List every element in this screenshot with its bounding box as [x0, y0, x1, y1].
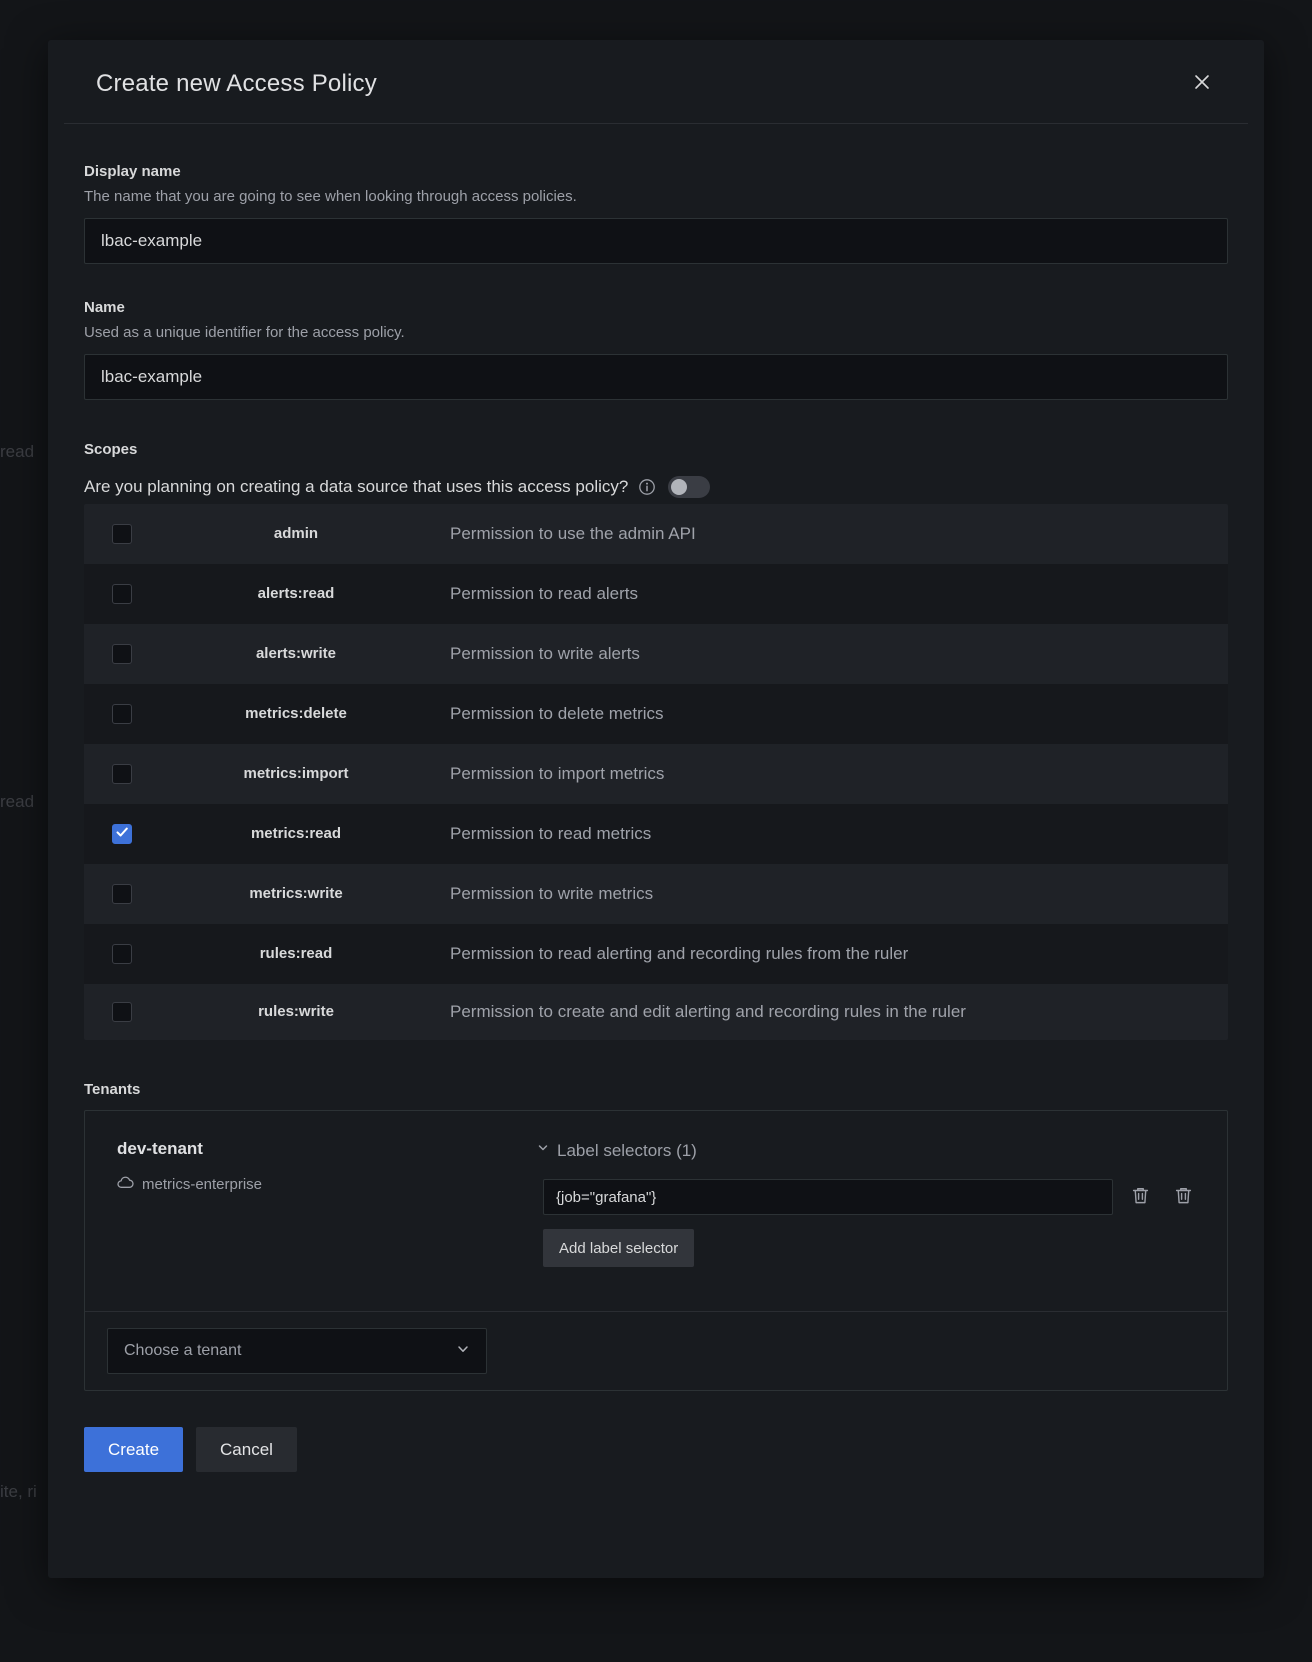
scope-checkbox[interactable]: [112, 884, 132, 904]
modal-title: Create new Access Policy: [96, 70, 377, 98]
name-label: Name: [84, 298, 1228, 318]
scope-description: Permission to write metrics: [432, 878, 1082, 910]
delete-label-selector-button[interactable]: [1131, 1186, 1150, 1208]
scope-name: metrics:import: [160, 758, 432, 790]
scope-name: alerts:write: [160, 638, 432, 670]
scope-name: metrics:read: [160, 818, 432, 850]
scopes-table: admin Permission to use the admin API al…: [84, 504, 1228, 1040]
display-name-label: Display name: [84, 162, 1228, 182]
scope-row: alerts:read Permission to read alerts: [84, 564, 1228, 624]
scope-checkbox[interactable]: [112, 524, 132, 544]
toggle-knob: [671, 479, 687, 495]
scope-description: Permission to use the admin API: [432, 518, 1082, 550]
modal-header: Create new Access Policy: [48, 40, 1264, 123]
scope-checkbox[interactable]: [112, 584, 132, 604]
tenant-cluster-row: metrics-enterprise: [117, 1175, 537, 1193]
choose-tenant-select[interactable]: Choose a tenant: [107, 1328, 487, 1374]
scope-checkbox[interactable]: [112, 944, 132, 964]
scope-checkbox[interactable]: [112, 824, 132, 844]
scope-row: admin Permission to use the admin API: [84, 504, 1228, 564]
tenant-card: dev-tenant metrics-enterprise Label sele…: [85, 1111, 1227, 1311]
tenants-panel: dev-tenant metrics-enterprise Label sele…: [84, 1110, 1228, 1391]
scope-row: metrics:import Permission to import metr…: [84, 744, 1228, 804]
backdrop-text-fragment: read: [0, 792, 34, 812]
scope-name: rules:read: [160, 938, 432, 970]
label-selectors-title: Label selectors (1): [557, 1139, 697, 1163]
scope-checkbox[interactable]: [112, 764, 132, 784]
display-name-description: The name that you are going to see when …: [84, 186, 1228, 208]
close-icon: [1192, 72, 1212, 95]
scopes-section-label: Scopes: [84, 440, 1228, 460]
scope-name: metrics:write: [160, 878, 432, 910]
scope-name: rules:write: [160, 996, 432, 1028]
cancel-button[interactable]: Cancel: [196, 1427, 297, 1472]
scope-checkbox[interactable]: [112, 704, 132, 724]
scope-description: Permission to write alerts: [432, 638, 1082, 670]
label-selector-row: [543, 1179, 1203, 1215]
scope-name: admin: [160, 518, 432, 550]
create-button[interactable]: Create: [84, 1427, 183, 1472]
name-description: Used as a unique identifier for the acce…: [84, 322, 1228, 344]
scope-name: alerts:read: [160, 578, 432, 610]
create-access-policy-modal: Create new Access Policy Display name Th…: [48, 40, 1264, 1578]
scope-checkbox[interactable]: [112, 1002, 132, 1022]
scope-description: Permission to read alerts: [432, 578, 1082, 610]
trash-icon: [1174, 1186, 1193, 1208]
label-selectors-section: Label selectors (1): [537, 1137, 1203, 1267]
scope-row: alerts:write Permission to write alerts: [84, 624, 1228, 684]
scope-description: Permission to create and edit alerting a…: [432, 996, 1082, 1028]
modal-content: Display name The name that you are going…: [48, 124, 1264, 1472]
modal-actions: Create Cancel: [84, 1427, 1228, 1472]
scope-row: metrics:delete Permission to delete metr…: [84, 684, 1228, 744]
scope-row: metrics:read Permission to read metrics: [84, 804, 1228, 864]
label-selector-body: Add label selector: [543, 1179, 1203, 1267]
display-name-input[interactable]: [84, 218, 1228, 264]
datasource-toggle[interactable]: [668, 476, 710, 498]
label-selector-input[interactable]: [543, 1179, 1113, 1215]
scope-row: rules:write Permission to create and edi…: [84, 984, 1228, 1040]
scope-description: Permission to delete metrics: [432, 698, 1082, 730]
label-selectors-header: Label selectors (1): [537, 1139, 1203, 1163]
scope-description: Permission to import metrics: [432, 758, 1082, 790]
tenants-section-label: Tenants: [84, 1080, 1228, 1100]
datasource-question-text: Are you planning on creating a data sour…: [84, 477, 628, 497]
checkmark-icon: [115, 825, 129, 844]
scope-checkbox[interactable]: [112, 644, 132, 664]
tenant-cluster-label: metrics-enterprise: [142, 1176, 262, 1193]
choose-tenant-row: Choose a tenant: [85, 1311, 1227, 1390]
close-button[interactable]: [1188, 68, 1216, 99]
chevron-down-icon: [456, 1342, 470, 1361]
choose-tenant-placeholder: Choose a tenant: [124, 1342, 241, 1360]
datasource-question-row: Are you planning on creating a data sour…: [84, 474, 1228, 500]
trash-icon: [1131, 1186, 1150, 1208]
scope-description: Permission to read alerting and recordin…: [432, 938, 1082, 970]
scope-row: metrics:write Permission to write metric…: [84, 864, 1228, 924]
info-icon[interactable]: [638, 478, 656, 496]
cloud-icon: [117, 1175, 142, 1193]
name-input[interactable]: [84, 354, 1228, 400]
scope-description: Permission to read metrics: [432, 818, 1082, 850]
backdrop-text-fragment: read: [0, 442, 34, 462]
scope-name: metrics:delete: [160, 698, 432, 730]
chevron-down-icon[interactable]: [537, 1142, 549, 1154]
name-group: Name Used as a unique identifier for the…: [84, 298, 1228, 400]
display-name-group: Display name The name that you are going…: [84, 162, 1228, 264]
tenant-name: dev-tenant: [117, 1137, 537, 1161]
add-label-selector-button[interactable]: Add label selector: [543, 1229, 694, 1267]
backdrop-text-fragment: ite, ri: [0, 1482, 37, 1502]
scope-row: rules:read Permission to read alerting a…: [84, 924, 1228, 984]
tenant-info: dev-tenant metrics-enterprise: [117, 1137, 537, 1267]
delete-tenant-button[interactable]: [1174, 1186, 1193, 1208]
